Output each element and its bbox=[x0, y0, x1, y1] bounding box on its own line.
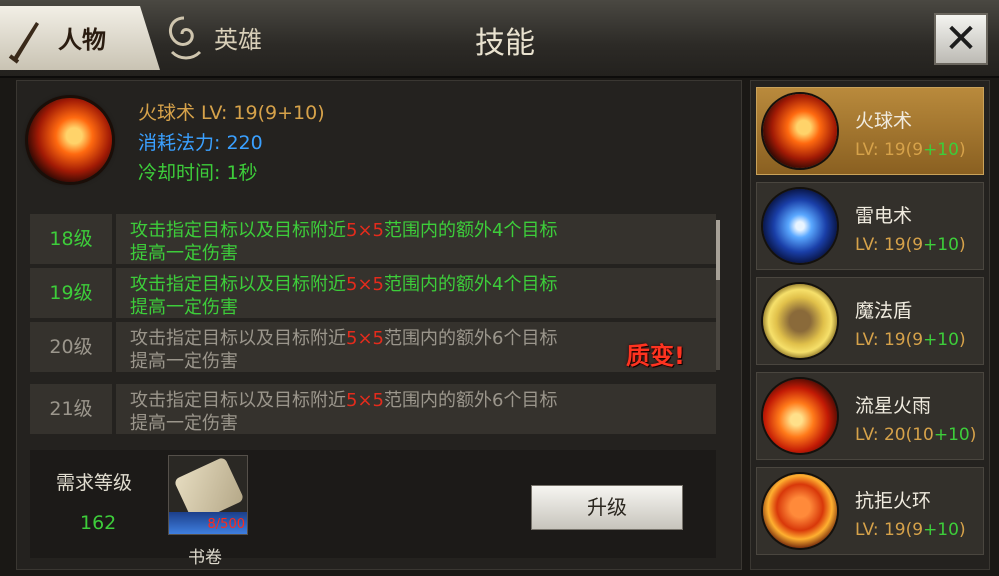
level-label: 19级 bbox=[30, 268, 112, 318]
skill-item-meteor-shower[interactable]: 流星火雨 LV: 20(10+10) bbox=[756, 372, 984, 460]
level-label: 18级 bbox=[30, 214, 112, 264]
skill-item-lightning[interactable]: 雷电术 LV: 19(9+10) bbox=[756, 182, 984, 270]
skill-name: 流星火雨 bbox=[855, 395, 932, 417]
top-bar: 人物 英雄 技能 ✕ bbox=[0, 0, 999, 78]
skill-name: 雷电术 bbox=[855, 205, 913, 227]
page-title: 技能 bbox=[475, 26, 535, 61]
level-row: 20级 攻击指定目标以及目标附近5×5范围内的额外6个目标 提高一定伤害 bbox=[30, 322, 718, 372]
level-description: 攻击指定目标以及目标附近5×5范围内的额外4个目标 提高一定伤害 bbox=[116, 268, 716, 318]
skill-level: LV: 20(10+10) bbox=[855, 425, 977, 445]
skill-level: LV: 19(9+10) bbox=[855, 235, 966, 255]
lightning-icon bbox=[763, 189, 837, 263]
level-description: 攻击指定目标以及目标附近5×5范围内的额外4个目标 提高一定伤害 bbox=[116, 214, 716, 264]
scrollbar-thumb[interactable] bbox=[716, 220, 720, 280]
item-count: 8/500 bbox=[207, 517, 245, 532]
fireball-icon bbox=[763, 94, 837, 168]
skill-item-repel-fire-ring[interactable]: 抗拒火环 LV: 19(9+10) bbox=[756, 467, 984, 555]
level-label: 20级 bbox=[30, 322, 112, 372]
level-row: 19级 攻击指定目标以及目标附近5×5范围内的额外4个目标 提高一定伤害 bbox=[30, 268, 718, 318]
skill-book-item[interactable]: 8/500 bbox=[168, 455, 248, 535]
level-row: 21级 攻击指定目标以及目标附近5×5范围内的额外6个目标 提高一定伤害 bbox=[30, 384, 718, 434]
magic-shield-icon bbox=[763, 284, 837, 358]
swirl-emblem-icon bbox=[168, 16, 202, 60]
quality-change-badge: 质变! bbox=[626, 342, 685, 370]
level-row: 18级 攻击指定目标以及目标附近5×5范围内的额外4个目标 提高一定伤害 bbox=[30, 214, 718, 264]
skill-name: 火球术 bbox=[855, 110, 913, 132]
level-description: 攻击指定目标以及目标附近5×5范围内的额外6个目标 提高一定伤害 bbox=[116, 384, 716, 434]
level-label: 21级 bbox=[30, 384, 112, 434]
fireball-icon bbox=[28, 98, 112, 182]
required-level-label: 需求等级 bbox=[56, 472, 133, 494]
sword-icon bbox=[8, 22, 39, 64]
skill-level: LV: 19(9+10) bbox=[855, 140, 966, 160]
tab-character[interactable]: 人物 bbox=[0, 6, 160, 70]
tab-label: 英雄 bbox=[214, 26, 262, 54]
skill-level: LV: 19(9+10) bbox=[855, 520, 966, 540]
required-level-value: 162 bbox=[80, 512, 117, 534]
skill-name: 魔法盾 bbox=[855, 300, 913, 322]
mana-cost: 消耗法力: 220 bbox=[138, 132, 263, 154]
close-button[interactable]: ✕ bbox=[934, 13, 988, 65]
tab-label: 人物 bbox=[58, 26, 106, 54]
meteor-shower-icon bbox=[763, 379, 837, 453]
scrollbar[interactable] bbox=[716, 220, 720, 370]
upgrade-button[interactable]: 升级 bbox=[531, 485, 683, 530]
repel-fire-ring-icon bbox=[763, 474, 837, 548]
tab-hero[interactable]: 英雄 bbox=[162, 10, 312, 66]
skill-level: LV: 19(9+10) bbox=[855, 330, 966, 350]
skill-item-fireball[interactable]: 火球术 LV: 19(9+10) bbox=[756, 87, 984, 175]
item-label: 书卷 bbox=[188, 548, 222, 568]
skill-name: 抗拒火环 bbox=[855, 490, 932, 512]
skill-name-level: 火球术 LV: 19(9+10) bbox=[138, 102, 325, 124]
cooldown-time: 冷却时间: 1秒 bbox=[138, 162, 258, 184]
skill-item-magic-shield[interactable]: 魔法盾 LV: 19(9+10) bbox=[756, 277, 984, 365]
